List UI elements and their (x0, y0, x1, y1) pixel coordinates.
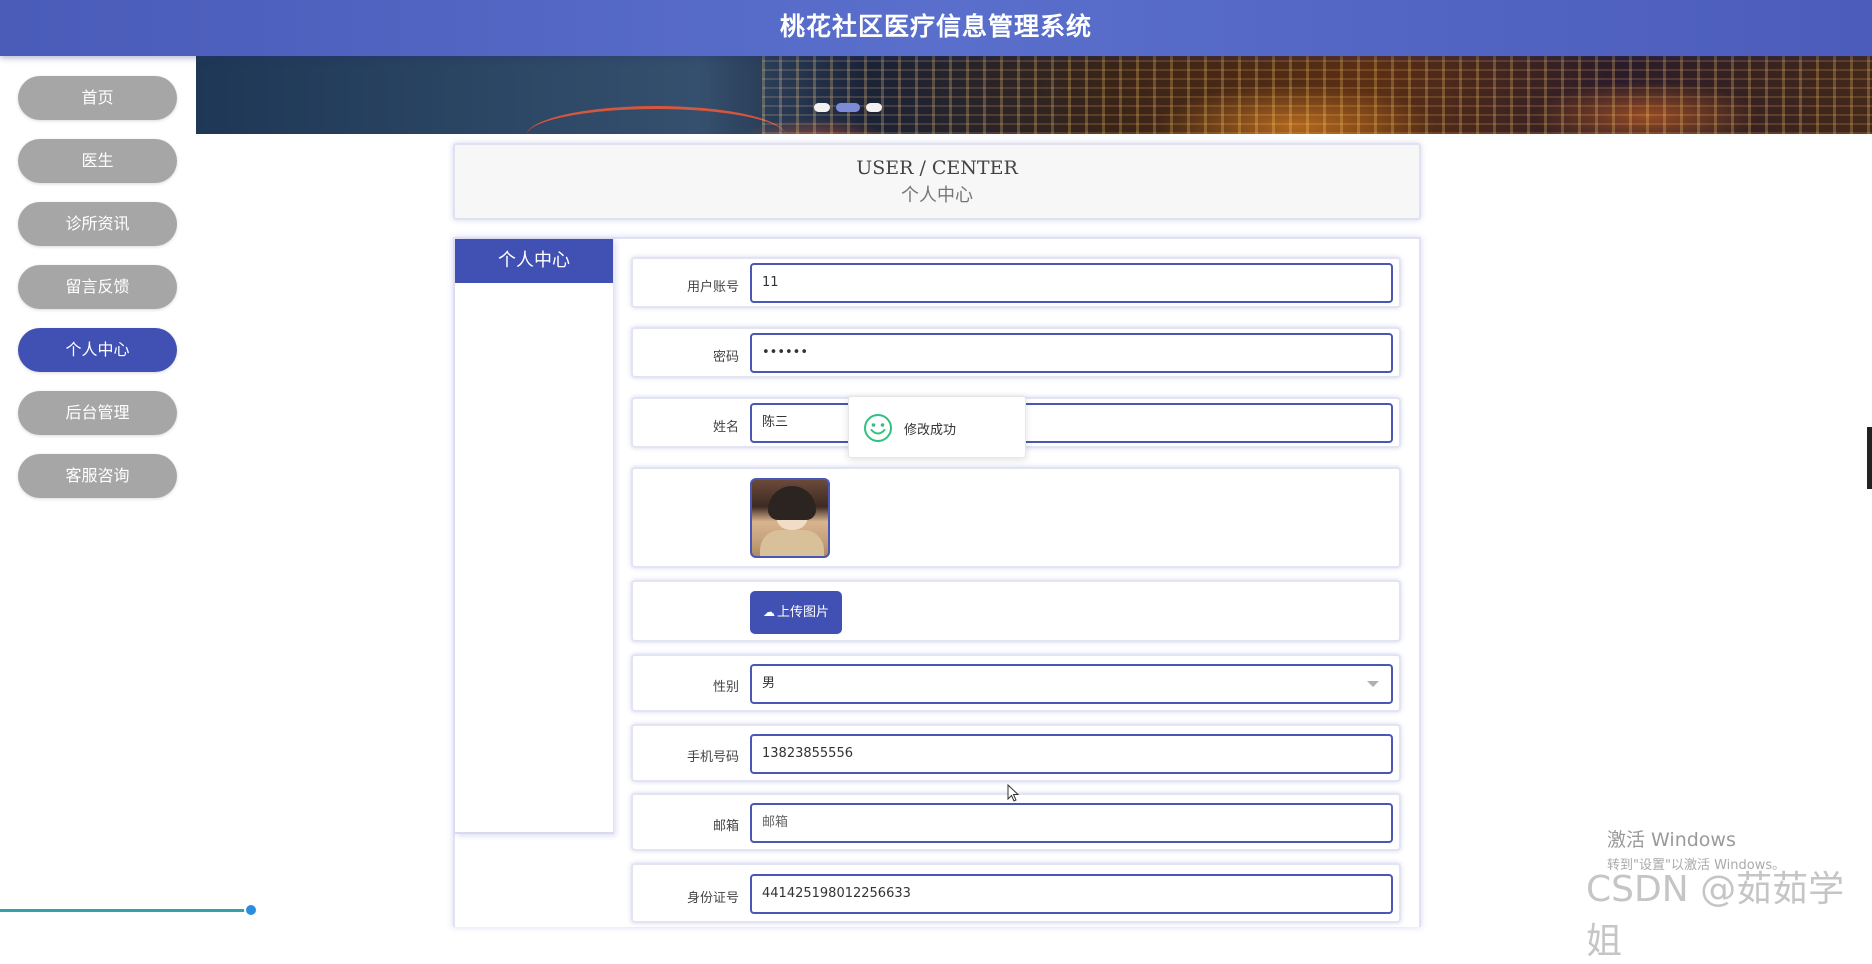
upload-image-label: 上传图片 (776, 605, 829, 620)
carousel-dot[interactable] (814, 103, 830, 112)
user-center-panel: 个人中心 用户账号 11 密码 •••••• 姓名 陈三 ☁ 上传图片 性别 男 … (453, 237, 1421, 927)
gender-selected-value: 男 (762, 676, 776, 691)
form-row-avatar (631, 467, 1401, 568)
nav-item-customer-service[interactable]: 客服咨询 (18, 454, 177, 498)
name-input[interactable]: 陈三 (750, 403, 1393, 443)
name-label: 姓名 (712, 420, 739, 435)
side-scroll-handle[interactable] (1867, 427, 1872, 489)
user-center-title-en: USER / CENTER (856, 157, 1018, 179)
banner-city-image (762, 56, 1872, 134)
banner-bridge-decoration (526, 106, 786, 134)
avatar-image (750, 478, 830, 558)
form-row-account: 用户账号 11 (631, 257, 1401, 308)
nav-item-doctor[interactable]: 医生 (18, 139, 177, 183)
password-input[interactable]: •••••• (750, 333, 1393, 373)
app-title: 桃花社区医疗信息管理系统 (779, 12, 1092, 41)
success-toast: 修改成功 (848, 396, 1026, 458)
account-input[interactable]: 11 (750, 263, 1393, 303)
user-center-header: USER / CENTER 个人中心 (453, 143, 1421, 220)
user-center-side-menu: 个人中心 (455, 239, 614, 834)
password-label: 密码 (712, 350, 739, 365)
nav-item-feedback[interactable]: 留言反馈 (18, 265, 177, 309)
id-number-input[interactable]: 441425198012256633 (750, 874, 1393, 914)
tab-user-center[interactable]: 个人中心 (455, 239, 613, 283)
gender-select[interactable]: 男 (750, 664, 1393, 704)
chevron-down-icon (1367, 681, 1379, 687)
nav-item-user-center[interactable]: 个人中心 (18, 328, 177, 372)
top-header: 桃花社区医疗信息管理系统 (0, 0, 1872, 56)
email-input[interactable]: 邮箱 (750, 803, 1393, 843)
gender-label: 性别 (712, 680, 739, 695)
smile-icon (864, 414, 892, 442)
nav-item-admin[interactable]: 后台管理 (18, 391, 177, 435)
banner-carousel (196, 56, 1872, 134)
form-row-password: 密码 •••••• (631, 327, 1401, 378)
carousel-dot[interactable] (866, 103, 882, 112)
upload-image-button[interactable]: ☁ 上传图片 (750, 591, 842, 634)
csdn-watermark: CSDN @茹茹学姐 (1586, 869, 1845, 962)
avatar-hair (768, 486, 816, 520)
nav-item-home[interactable]: 首页 (18, 76, 177, 120)
bottom-progress-knob[interactable] (244, 903, 258, 917)
phone-input[interactable]: 13823855556 (750, 734, 1393, 774)
form-row-gender: 性别 男 (631, 654, 1401, 712)
phone-label: 手机号码 (686, 750, 739, 765)
toast-message: 修改成功 (904, 423, 957, 438)
mouse-cursor-icon (1007, 784, 1020, 802)
bottom-progress-bar (0, 909, 258, 912)
user-center-title-cn: 个人中心 (901, 185, 973, 206)
nav-item-clinic-news[interactable]: 诊所资讯 (18, 202, 177, 246)
windows-activation-title: 激活 Windows (1607, 829, 1736, 851)
avatar-scarf (760, 530, 824, 556)
cloud-upload-icon: ☁ (762, 605, 775, 619)
account-label: 用户账号 (686, 280, 739, 295)
email-label: 邮箱 (712, 819, 739, 834)
carousel-indicators (814, 103, 882, 115)
form-row-phone: 手机号码 13823855556 (631, 724, 1401, 782)
form-row-id-number: 身份证号 441425198012256633 (631, 863, 1401, 923)
sidebar-nav: 首页 医生 诊所资讯 留言反馈 个人中心 后台管理 客服咨询 (0, 56, 196, 914)
id-number-label: 身份证号 (686, 891, 739, 906)
carousel-dot-active[interactable] (836, 103, 860, 112)
form-row-upload: ☁ 上传图片 (631, 580, 1401, 642)
